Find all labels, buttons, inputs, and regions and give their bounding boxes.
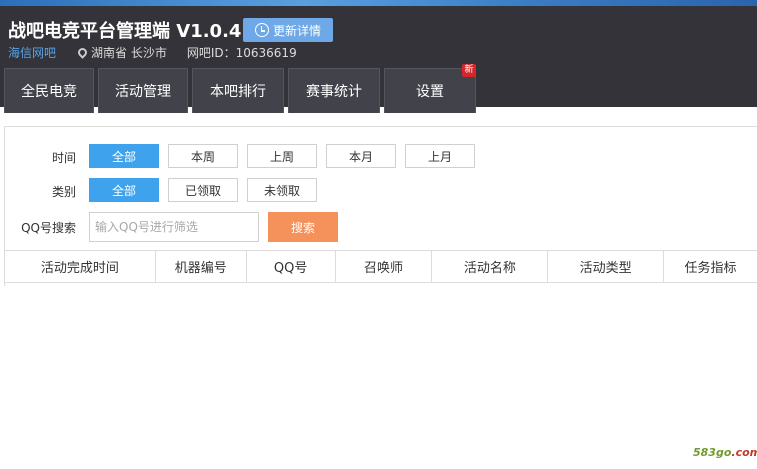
column-header[interactable]: 机器编号 [156, 251, 247, 282]
tab-esports[interactable]: 全民电竞 [4, 68, 94, 113]
header-subline: 海信网吧 湖南省 长沙市 网吧ID：10636619 [8, 44, 297, 61]
main-tabs: 全民电竞 活动管理 本吧排行 赛事统计 设置 新 [4, 64, 476, 113]
tab-statistics[interactable]: 赛事统计 [288, 68, 380, 113]
table-header: 活动完成时间 机器编号 QQ号 召唤师 活动名称 活动类型 任务指标 [4, 250, 757, 283]
tab-settings[interactable]: 设置 新 [384, 64, 476, 113]
app-header: 战吧电竞平台管理端 V1.0.4.4 更新详情 海信网吧 湖南省 长沙市 网吧I… [0, 6, 757, 113]
column-header[interactable]: 活动类型 [548, 251, 665, 282]
time-option-all[interactable]: 全部 [89, 144, 159, 168]
location-pin-icon [76, 46, 89, 59]
category-filter-label: 类别 [51, 185, 76, 199]
location-text: 湖南省 长沙市 [91, 46, 167, 60]
column-header[interactable]: 任务指标 [664, 251, 757, 282]
qq-search-input[interactable] [89, 212, 259, 242]
time-option-last-month[interactable]: 上月 [405, 144, 475, 168]
app-title: 战吧电竞平台管理端 V1.0.4.4 [8, 21, 261, 42]
update-details-label: 更新详情 [272, 23, 321, 38]
category-option-unclaimed[interactable]: 未领取 [247, 178, 317, 202]
isp-link[interactable]: 海信网吧 [8, 44, 56, 61]
column-header[interactable]: 活动完成时间 [5, 251, 156, 282]
new-badge: 新 [462, 64, 476, 77]
tab-label: 活动管理 [115, 84, 171, 100]
update-details-button[interactable]: 更新详情 [243, 18, 333, 42]
column-header[interactable]: QQ号 [247, 251, 336, 282]
column-header[interactable]: 活动名称 [432, 251, 549, 282]
tab-label: 设置 [416, 84, 444, 100]
tab-label: 全民电竞 [21, 84, 77, 100]
watermark: 583go.com [693, 446, 757, 459]
netbar-id: 网吧ID：10636619 [186, 46, 297, 60]
tab-label: 本吧排行 [210, 84, 266, 100]
watermark-domain: .com [731, 446, 757, 459]
time-option-this-week[interactable]: 本周 [168, 144, 238, 168]
time-filter-label: 时间 [51, 151, 76, 165]
time-option-last-week[interactable]: 上周 [247, 144, 317, 168]
clock-icon [254, 23, 269, 37]
time-option-this-month[interactable]: 本月 [326, 144, 396, 168]
column-header[interactable]: 召唤师 [336, 251, 433, 282]
category-option-all[interactable]: 全部 [89, 178, 159, 202]
search-button[interactable]: 搜索 [268, 212, 338, 242]
tab-activity[interactable]: 活动管理 [98, 68, 188, 113]
category-option-claimed[interactable]: 已领取 [168, 178, 238, 202]
tab-label: 赛事统计 [306, 84, 362, 100]
tab-ranking[interactable]: 本吧排行 [192, 68, 284, 113]
watermark-text: 583go [693, 446, 732, 459]
qq-search-label: QQ号搜索 [21, 221, 76, 235]
